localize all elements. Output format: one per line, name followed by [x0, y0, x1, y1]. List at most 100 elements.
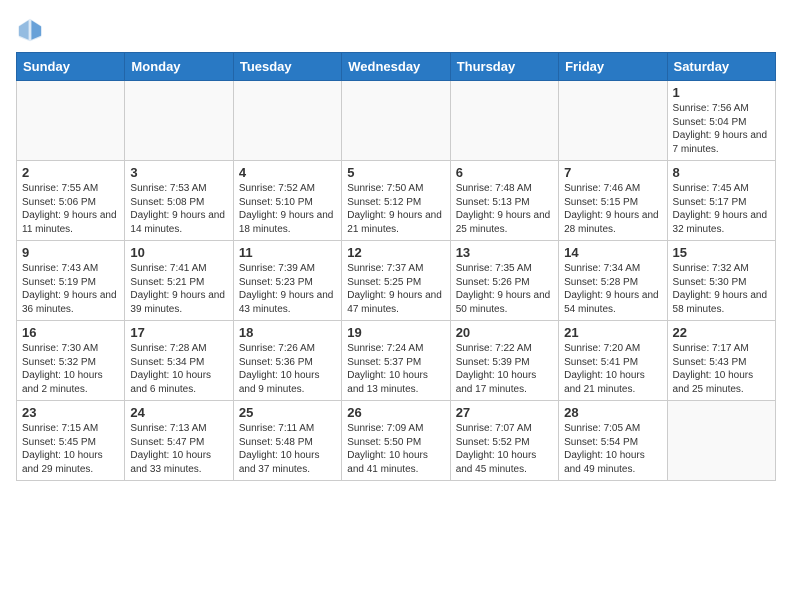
calendar-cell: 19Sunrise: 7:24 AM Sunset: 5:37 PM Dayli…: [342, 321, 450, 401]
column-header-saturday: Saturday: [667, 53, 775, 81]
day-number: 24: [130, 405, 227, 420]
calendar-cell: 3 Sunrise: 7:53 AM Sunset: 5:08 PM Daylig…: [125, 161, 233, 241]
calendar-cell: 22 Sunrise: 7:17 AM Sunset: 5:43 PM Dayli…: [667, 321, 775, 401]
day-info: Sunrise: 7:28 AM Sunset: 5:34 PM Dayligh…: [130, 342, 227, 396]
column-header-monday: Monday: [125, 53, 233, 81]
calendar-week-5: 23 Sunrise: 7:15 AM Sunset: 5:45 PM Dayli…: [17, 401, 776, 481]
day-info: Sunrise: 7:09 AM Sunset: 5:50 PM Dayligh…: [347, 422, 444, 476]
calendar-table: SundayMondayTuesdayWednesdayThursdayFrid…: [16, 52, 776, 481]
column-header-tuesday: Tuesday: [233, 53, 341, 81]
calendar-cell: 27Sunrise: 7:07 AM Sunset: 5:52 PM Dayli…: [450, 401, 558, 481]
calendar-week-3: 9 Sunrise: 7:43 AM Sunset: 5:19 PM Daylig…: [17, 241, 776, 321]
day-info: Sunrise: 7:22 AM Sunset: 5:39 PM Dayligh…: [456, 342, 553, 396]
calendar-cell: 15 Sunrise: 7:32 AM Sunset: 5:30 PM Dayli…: [667, 241, 775, 321]
day-number: 26: [347, 405, 444, 420]
day-number: 25: [239, 405, 336, 420]
day-info: Sunrise: 7:34 AM Sunset: 5:28 PM Dayligh…: [564, 262, 661, 316]
calendar-cell: 21 Sunrise: 7:20 AM Sunset: 5:41 PM Dayli…: [559, 321, 667, 401]
day-number: 9: [22, 245, 119, 260]
day-info: Sunrise: 7:41 AM Sunset: 5:21 PM Dayligh…: [130, 262, 227, 316]
day-info: Sunrise: 7:39 AM Sunset: 5:23 PM Dayligh…: [239, 262, 336, 316]
day-info: Sunrise: 7:17 AM Sunset: 5:43 PM Dayligh…: [673, 342, 770, 396]
calendar-cell: 6Sunrise: 7:48 AM Sunset: 5:13 PM Daylig…: [450, 161, 558, 241]
calendar-cell: 16 Sunrise: 7:30 AM Sunset: 5:32 PM Dayli…: [17, 321, 125, 401]
calendar-cell: 12 Sunrise: 7:37 AM Sunset: 5:25 PM Dayli…: [342, 241, 450, 321]
day-info: Sunrise: 7:46 AM Sunset: 5:15 PM Dayligh…: [564, 182, 661, 236]
day-number: 20: [456, 325, 553, 340]
day-info: Sunrise: 7:45 AM Sunset: 5:17 PM Dayligh…: [673, 182, 770, 236]
calendar-cell: 18 Sunrise: 7:26 AM Sunset: 5:36 PM Dayli…: [233, 321, 341, 401]
calendar-cell: 1 Sunrise: 7:56 AM Sunset: 5:04 PM Daylig…: [667, 81, 775, 161]
calendar-cell: 8 Sunrise: 7:45 AM Sunset: 5:17 PM Daylig…: [667, 161, 775, 241]
calendar-cell: [559, 81, 667, 161]
calendar-cell: [667, 401, 775, 481]
day-number: 18: [239, 325, 336, 340]
page-header: [16, 16, 776, 44]
day-number: 7: [564, 165, 661, 180]
day-number: 1: [673, 85, 770, 100]
calendar-cell: 7 Sunrise: 7:46 AM Sunset: 5:15 PM Daylig…: [559, 161, 667, 241]
day-info: Sunrise: 7:05 AM Sunset: 5:54 PM Dayligh…: [564, 422, 661, 476]
day-number: 15: [673, 245, 770, 260]
day-info: Sunrise: 7:56 AM Sunset: 5:04 PM Dayligh…: [673, 102, 770, 156]
day-number: 21: [564, 325, 661, 340]
day-info: Sunrise: 7:24 AM Sunset: 5:37 PM Dayligh…: [347, 342, 444, 396]
day-info: Sunrise: 7:11 AM Sunset: 5:48 PM Dayligh…: [239, 422, 336, 476]
calendar-cell: 17 Sunrise: 7:28 AM Sunset: 5:34 PM Dayli…: [125, 321, 233, 401]
calendar-cell: 9 Sunrise: 7:43 AM Sunset: 5:19 PM Daylig…: [17, 241, 125, 321]
day-info: Sunrise: 7:32 AM Sunset: 5:30 PM Dayligh…: [673, 262, 770, 316]
day-info: Sunrise: 7:53 AM Sunset: 5:08 PM Dayligh…: [130, 182, 227, 236]
logo-icon: [16, 16, 44, 44]
day-number: 13: [456, 245, 553, 260]
day-info: Sunrise: 7:26 AM Sunset: 5:36 PM Dayligh…: [239, 342, 336, 396]
day-number: 12: [347, 245, 444, 260]
calendar-cell: 26 Sunrise: 7:09 AM Sunset: 5:50 PM Dayli…: [342, 401, 450, 481]
column-header-thursday: Thursday: [450, 53, 558, 81]
day-info: Sunrise: 7:15 AM Sunset: 5:45 PM Dayligh…: [22, 422, 119, 476]
day-number: 8: [673, 165, 770, 180]
calendar-cell: 28 Sunrise: 7:05 AM Sunset: 5:54 PM Dayli…: [559, 401, 667, 481]
day-number: 2: [22, 165, 119, 180]
day-number: 17: [130, 325, 227, 340]
calendar-cell: [450, 81, 558, 161]
calendar-cell: 4 Sunrise: 7:52 AM Sunset: 5:10 PM Daylig…: [233, 161, 341, 241]
column-header-wednesday: Wednesday: [342, 53, 450, 81]
column-header-sunday: Sunday: [17, 53, 125, 81]
calendar-week-1: 1 Sunrise: 7:56 AM Sunset: 5:04 PM Daylig…: [17, 81, 776, 161]
day-info: Sunrise: 7:20 AM Sunset: 5:41 PM Dayligh…: [564, 342, 661, 396]
day-info: Sunrise: 7:30 AM Sunset: 5:32 PM Dayligh…: [22, 342, 119, 396]
calendar-cell: 2 Sunrise: 7:55 AM Sunset: 5:06 PM Daylig…: [17, 161, 125, 241]
day-number: 3: [130, 165, 227, 180]
day-number: 22: [673, 325, 770, 340]
calendar-cell: 11Sunrise: 7:39 AM Sunset: 5:23 PM Dayli…: [233, 241, 341, 321]
day-number: 27: [456, 405, 553, 420]
day-info: Sunrise: 7:48 AM Sunset: 5:13 PM Dayligh…: [456, 182, 553, 236]
day-info: Sunrise: 7:50 AM Sunset: 5:12 PM Dayligh…: [347, 182, 444, 236]
calendar-cell: [233, 81, 341, 161]
logo: [16, 16, 48, 44]
calendar-cell: 25 Sunrise: 7:11 AM Sunset: 5:48 PM Dayli…: [233, 401, 341, 481]
day-info: Sunrise: 7:52 AM Sunset: 5:10 PM Dayligh…: [239, 182, 336, 236]
calendar-cell: 10Sunrise: 7:41 AM Sunset: 5:21 PM Dayli…: [125, 241, 233, 321]
day-info: Sunrise: 7:43 AM Sunset: 5:19 PM Dayligh…: [22, 262, 119, 316]
day-info: Sunrise: 7:37 AM Sunset: 5:25 PM Dayligh…: [347, 262, 444, 316]
day-number: 5: [347, 165, 444, 180]
calendar-cell: [17, 81, 125, 161]
calendar-cell: 23 Sunrise: 7:15 AM Sunset: 5:45 PM Dayli…: [17, 401, 125, 481]
day-number: 4: [239, 165, 336, 180]
calendar-cell: 20 Sunrise: 7:22 AM Sunset: 5:39 PM Dayli…: [450, 321, 558, 401]
calendar-header-row: SundayMondayTuesdayWednesdayThursdayFrid…: [17, 53, 776, 81]
column-header-friday: Friday: [559, 53, 667, 81]
day-number: 23: [22, 405, 119, 420]
day-number: 28: [564, 405, 661, 420]
calendar-cell: 13Sunrise: 7:35 AM Sunset: 5:26 PM Dayli…: [450, 241, 558, 321]
day-info: Sunrise: 7:55 AM Sunset: 5:06 PM Dayligh…: [22, 182, 119, 236]
calendar-cell: [342, 81, 450, 161]
calendar-cell: 5 Sunrise: 7:50 AM Sunset: 5:12 PM Daylig…: [342, 161, 450, 241]
day-number: 14: [564, 245, 661, 260]
calendar-week-2: 2 Sunrise: 7:55 AM Sunset: 5:06 PM Daylig…: [17, 161, 776, 241]
day-info: Sunrise: 7:13 AM Sunset: 5:47 PM Dayligh…: [130, 422, 227, 476]
day-number: 16: [22, 325, 119, 340]
calendar-cell: 14 Sunrise: 7:34 AM Sunset: 5:28 PM Dayli…: [559, 241, 667, 321]
calendar-cell: [125, 81, 233, 161]
